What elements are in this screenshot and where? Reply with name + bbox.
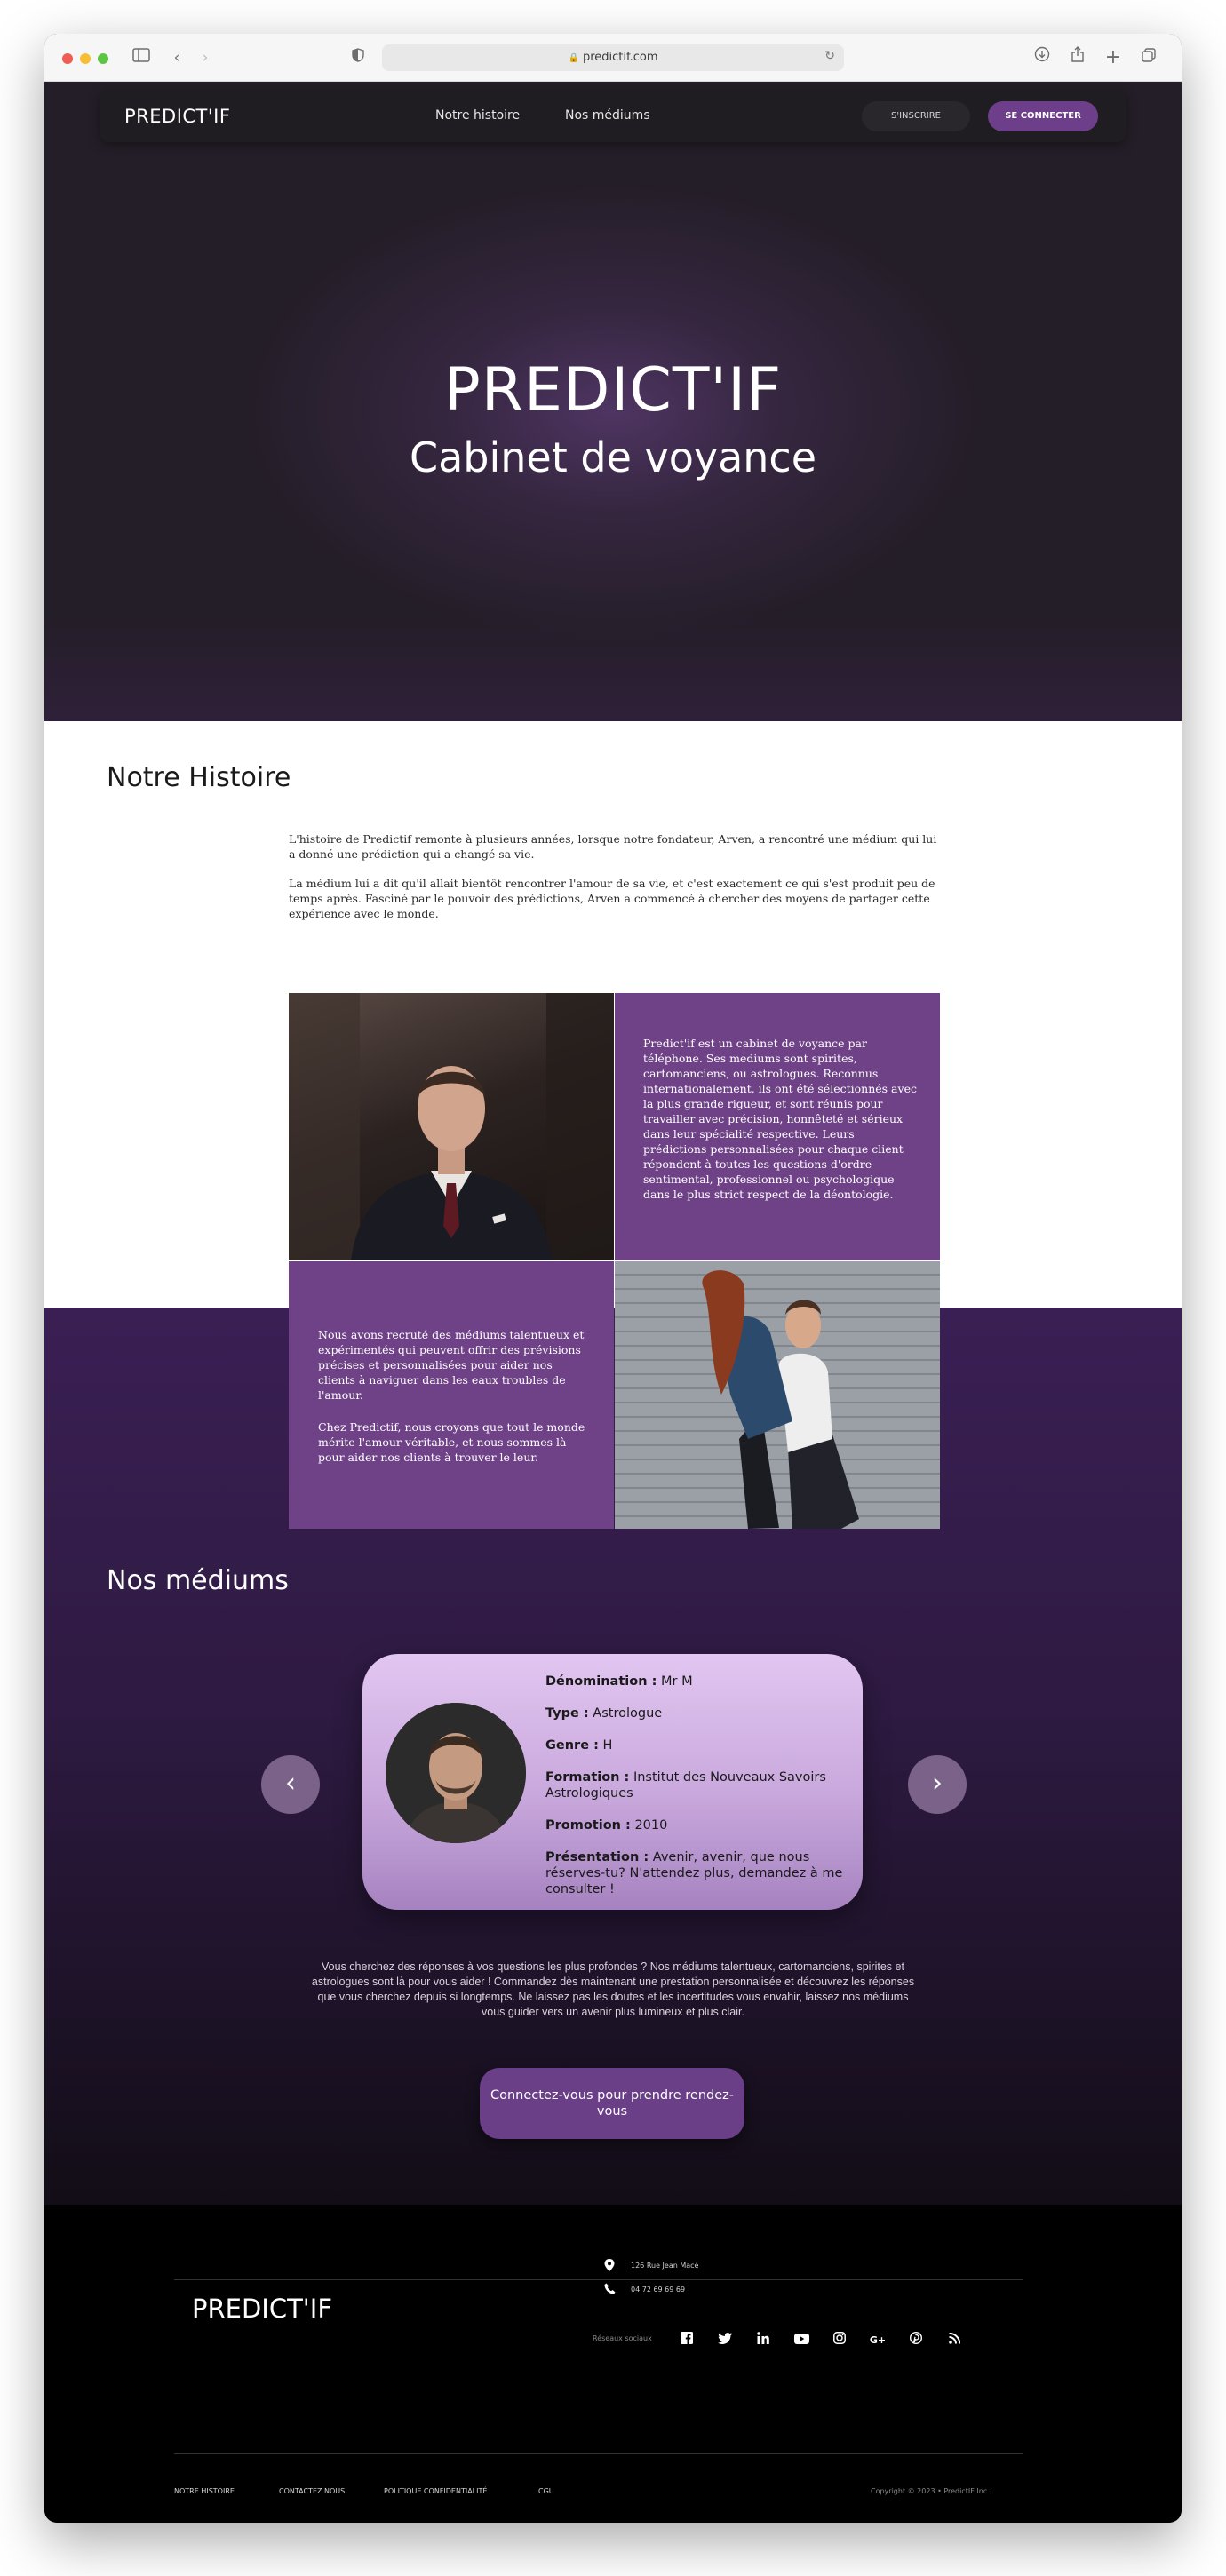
forward-arrow-icon[interactable]: › [194, 46, 217, 69]
footer-divider-top [174, 2279, 1023, 2280]
phone-icon [604, 2283, 616, 2298]
medium-avatar [386, 1703, 526, 1843]
footer-brand[interactable]: PREDICT'IF [192, 2294, 332, 2324]
maximize-window-button[interactable] [98, 53, 108, 64]
facebook-icon[interactable] [677, 2331, 697, 2350]
browser-window: ‹ › 🔒 predictif.com ↻ + PREDICT'IF Notre … [44, 34, 1182, 2523]
location-pin-icon [604, 2259, 615, 2275]
mission-panel-text-1: Nous avons recruté des médiums talentueu… [318, 1328, 585, 1402]
medium-denomination: Dénomination : Mr M [545, 1674, 693, 1689]
story-paragraph-1: L'histoire de Predictif remonte à plusie… [289, 832, 937, 861]
carousel-next-button[interactable]: › [908, 1755, 967, 1814]
story-paragraph-2: La médium lui a dit qu'il allait bientôt… [289, 877, 935, 920]
login-button[interactable]: SE CONNECTER [988, 101, 1098, 131]
book-appointment-button[interactable]: Connectez-vous pour prendre rendez-vous [480, 2068, 744, 2139]
pinterest-icon[interactable] [906, 2331, 926, 2350]
tab-overview-icon[interactable] [1137, 46, 1160, 69]
top-navbar: PREDICT'IF Notre histoire Nos médiums S'… [100, 89, 1126, 142]
footer-link-contact[interactable]: CONTACTEZ NOUS [279, 2487, 345, 2495]
footer-link-cgu[interactable]: CGU [538, 2487, 554, 2495]
footer-phone: 04 72 69 69 69 [631, 2286, 686, 2294]
google-plus-icon[interactable]: G+ [868, 2331, 888, 2350]
chevron-right-icon: › [932, 1768, 943, 1799]
mediums-heading: Nos médiums [107, 1565, 289, 1596]
privacy-shield-icon[interactable] [346, 46, 370, 69]
footer: PREDICT'IF 126 Rue Jean Macé 04 72 69 69… [44, 2205, 1182, 2523]
medium-genre: Genre : H [545, 1738, 613, 1753]
story-heading: Notre Histoire [107, 762, 291, 793]
portrait-man-photo [289, 993, 614, 1260]
url-text: predictif.com [582, 51, 658, 64]
rss-icon[interactable] [944, 2331, 964, 2350]
medium-type: Type : Astrologue [545, 1706, 663, 1721]
mission-panel: Nous avons recruté des médiums talentueu… [289, 1261, 614, 1529]
nav-link-nos-mediums[interactable]: Nos médiums [565, 108, 650, 123]
hero-subtitle: Cabinet de voyance [409, 433, 817, 481]
register-button[interactable]: S'INSCRIRE [862, 101, 970, 131]
footer-divider-bottom [174, 2453, 1023, 2454]
mission-panel-text-2: Chez Predictif, nous croyons que tout le… [318, 1420, 585, 1464]
story-grid: Predict'if est un cabinet de voyance par… [289, 993, 940, 1529]
hero-section: PREDICT'IF Notre histoire Nos médiums S'… [44, 82, 1182, 721]
instagram-icon[interactable] [830, 2331, 849, 2350]
new-tab-icon[interactable]: + [1102, 46, 1125, 69]
medium-presentation: Présentation : Avenir, avenir, que nous … [545, 1850, 843, 1896]
share-icon[interactable] [1066, 46, 1089, 69]
footer-link-privacy[interactable]: POLITIQUE CONFIDENTIALITÉ [384, 2487, 487, 2495]
intro-panel: Predict'if est un cabinet de voyance par… [615, 993, 940, 1260]
mediums-description: Vous cherchez des réponses à vos questio… [311, 1960, 915, 2018]
reload-icon[interactable]: ↻ [824, 49, 835, 63]
hero-title: PREDICT'IF [443, 355, 783, 425]
lock-icon: 🔒 [568, 53, 579, 63]
download-icon[interactable] [1031, 46, 1054, 69]
brand-logo[interactable]: PREDICT'IF [124, 106, 230, 127]
minimize-window-button[interactable] [80, 53, 91, 64]
browser-toolbar: ‹ › 🔒 predictif.com ↻ + [44, 34, 1182, 82]
chevron-left-icon: ‹ [285, 1768, 296, 1799]
close-window-button[interactable] [62, 53, 73, 64]
nav-link-notre-histoire[interactable]: Notre histoire [435, 108, 520, 123]
intro-panel-text: Predict'if est un cabinet de voyance par… [643, 1037, 917, 1201]
carousel-prev-button[interactable]: ‹ [261, 1755, 320, 1814]
social-label: Réseaux sociaux [593, 2334, 652, 2342]
twitter-icon[interactable] [715, 2331, 735, 2350]
address-bar[interactable]: 🔒 predictif.com ↻ [382, 44, 844, 71]
medium-card[interactable]: Dénomination : Mr M Type : Astrologue Ge… [362, 1654, 863, 1910]
couple-photo [615, 1261, 940, 1529]
medium-promotion: Promotion : 2010 [545, 1818, 668, 1833]
youtube-icon[interactable] [792, 2331, 811, 2350]
footer-address: 126 Rue Jean Macé [631, 2262, 699, 2270]
web-page: PREDICT'IF Notre histoire Nos médiums S'… [44, 82, 1182, 2523]
medium-formation: Formation : Institut des Nouveaux Savoir… [545, 1770, 826, 1801]
footer-copyright: Copyright © 2023 • PredictIF Inc. [871, 2487, 990, 2495]
linkedin-icon[interactable] [753, 2331, 773, 2350]
sidebar-toggle-icon[interactable] [130, 46, 153, 69]
back-arrow-icon[interactable]: ‹ [165, 46, 188, 69]
footer-link-notre-histoire[interactable]: NOTRE HISTOIRE [174, 2487, 235, 2495]
